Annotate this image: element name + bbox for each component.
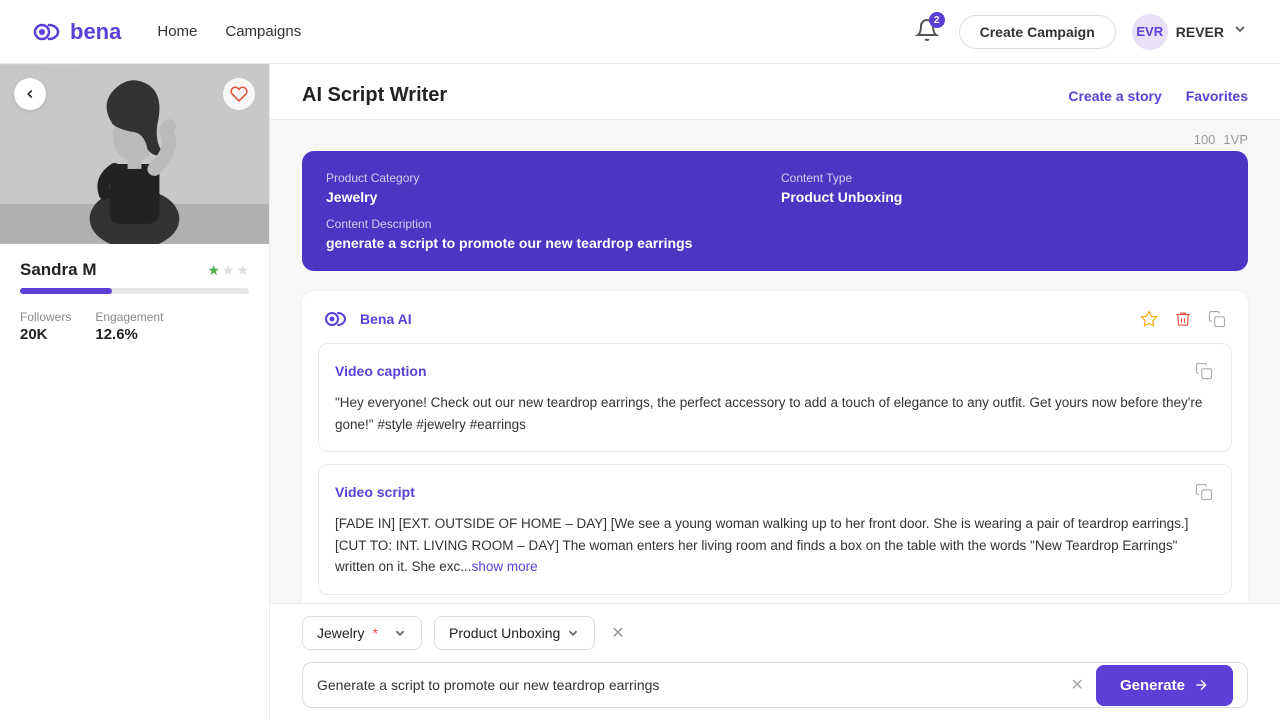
profile-name: Sandra M bbox=[20, 260, 97, 280]
logo[interactable]: bena bbox=[32, 16, 121, 48]
response-header: Bena AI bbox=[302, 291, 1248, 343]
stats-row: Followers 20K Engagement 12.6% bbox=[20, 310, 249, 343]
create-campaign-button[interactable]: Create Campaign bbox=[959, 15, 1116, 49]
followers-value: 20K bbox=[20, 326, 71, 343]
clear-input-button[interactable]: ✕ bbox=[1067, 671, 1088, 699]
engagement-label: Engagement bbox=[95, 310, 163, 324]
content-description-label: Content Description bbox=[326, 217, 1224, 231]
content-description-value: generate a script to promote our new tea… bbox=[326, 235, 1224, 251]
copy-caption-icon bbox=[1195, 362, 1213, 380]
response-actions bbox=[1138, 308, 1228, 330]
main-layout: Sandra M ★ ★ ★ Followers 20K Engagement … bbox=[0, 64, 1280, 720]
profile-name-row: Sandra M ★ ★ ★ bbox=[20, 260, 249, 280]
product-category-value: Jewelry bbox=[326, 189, 769, 205]
engagement-value: 12.6% bbox=[95, 326, 163, 343]
notification-badge: 2 bbox=[929, 12, 945, 28]
favorites-link[interactable]: Favorites bbox=[1186, 88, 1248, 104]
bena-ai-icon bbox=[322, 305, 350, 333]
logo-icon bbox=[32, 16, 64, 48]
navbar: bena Home Campaigns 2 Create Campaign EV… bbox=[0, 0, 1280, 64]
count-1: 100 bbox=[1194, 132, 1216, 147]
copy-script-button[interactable] bbox=[1193, 481, 1215, 503]
content-area: AI Script Writer Create a story Favorite… bbox=[270, 64, 1280, 720]
video-caption-text: "Hey everyone! Check out our new teardro… bbox=[335, 392, 1215, 435]
nav-left: bena Home Campaigns bbox=[32, 16, 301, 48]
user-menu[interactable]: EVR REVER bbox=[1132, 14, 1248, 50]
chevron-down-icon bbox=[1232, 21, 1248, 42]
video-script-text: [FADE IN] [EXT. OUTSIDE OF HOME – DAY] [… bbox=[335, 513, 1215, 578]
score-bar-fill bbox=[20, 288, 112, 294]
generate-button[interactable]: Generate bbox=[1096, 665, 1233, 706]
content-type-field: Content Type Product Unboxing bbox=[781, 171, 1224, 205]
count-2: 1VP bbox=[1223, 132, 1248, 147]
favorite-button[interactable] bbox=[223, 78, 255, 110]
ai-header-actions: Create a story Favorites bbox=[1068, 88, 1248, 104]
copy-script-icon bbox=[1195, 483, 1213, 501]
arrow-right-icon bbox=[1193, 677, 1209, 693]
filter-row: Jewelry * Product Unboxing ✕ bbox=[302, 616, 1248, 650]
nav-home[interactable]: Home bbox=[157, 23, 197, 40]
copy-response-button[interactable] bbox=[1206, 308, 1228, 330]
response-agent: Bena AI bbox=[322, 305, 412, 333]
avatar: EVR bbox=[1132, 14, 1168, 50]
followers-stat: Followers 20K bbox=[20, 310, 71, 343]
script-scroll-area[interactable]: 100 1VP Product Category Jewelry Content… bbox=[270, 120, 1280, 603]
create-story-link[interactable]: Create a story bbox=[1068, 88, 1161, 104]
counts-row: 100 1VP bbox=[302, 120, 1248, 151]
star-2: ★ bbox=[222, 262, 235, 279]
jewelry-filter-label: Jewelry bbox=[317, 625, 364, 641]
info-box: Product Category Jewelry Content Type Pr… bbox=[302, 151, 1248, 271]
content-type-value: Product Unboxing bbox=[781, 189, 1224, 205]
product-category-label: Product Category bbox=[326, 171, 769, 185]
profile-image-wrap bbox=[0, 64, 269, 244]
product-unboxing-label: Product Unboxing bbox=[449, 625, 560, 641]
star-icon bbox=[1140, 310, 1158, 328]
ai-script-title: AI Script Writer bbox=[302, 84, 447, 107]
prompt-input[interactable] bbox=[317, 663, 1059, 707]
agent-name: Bena AI bbox=[360, 311, 412, 327]
jewelry-chevron-icon bbox=[393, 626, 407, 640]
user-name: REVER bbox=[1176, 24, 1224, 40]
info-box-grid: Product Category Jewelry Content Type Pr… bbox=[326, 171, 1224, 251]
unboxing-chevron-icon bbox=[566, 626, 580, 640]
video-script-card: Video script [FADE IN] [EXT. OUTSIDE OF … bbox=[318, 464, 1232, 595]
content-type-label: Content Type bbox=[781, 171, 1224, 185]
star-3: ★ bbox=[236, 262, 249, 279]
copy-icon bbox=[1208, 310, 1226, 328]
content-description-field: Content Description generate a script to… bbox=[326, 217, 1224, 251]
delete-response-button[interactable] bbox=[1172, 308, 1194, 330]
star-rating: ★ ★ ★ bbox=[207, 262, 249, 279]
star-response-button[interactable] bbox=[1138, 308, 1160, 330]
response-block: Bena AI bbox=[302, 291, 1248, 603]
heart-icon bbox=[230, 85, 248, 103]
clear-filter-button[interactable]: ✕ bbox=[607, 623, 628, 643]
prompt-input-row: ✕ Generate bbox=[302, 662, 1248, 708]
back-arrow-icon bbox=[23, 87, 37, 101]
nav-campaigns[interactable]: Campaigns bbox=[225, 23, 301, 40]
required-marker: * bbox=[372, 625, 377, 641]
product-category-field: Product Category Jewelry bbox=[326, 171, 769, 205]
followers-label: Followers bbox=[20, 310, 71, 324]
trash-icon bbox=[1174, 310, 1192, 328]
video-caption-title: Video caption bbox=[335, 360, 1215, 382]
notification-button[interactable]: 2 bbox=[911, 14, 943, 49]
video-caption-card: Video caption "Hey everyone! Check out o… bbox=[318, 343, 1232, 452]
score-bar bbox=[20, 288, 249, 294]
back-button[interactable] bbox=[14, 78, 46, 110]
nav-links: Home Campaigns bbox=[157, 23, 301, 40]
star-1: ★ bbox=[207, 262, 220, 279]
ai-script-header: AI Script Writer Create a story Favorite… bbox=[270, 64, 1280, 120]
nav-right: 2 Create Campaign EVR REVER bbox=[911, 14, 1248, 50]
copy-caption-button[interactable] bbox=[1193, 360, 1215, 382]
profile-info: Sandra M ★ ★ ★ Followers 20K Engagement … bbox=[0, 244, 269, 343]
show-more-link[interactable]: show more bbox=[472, 559, 538, 574]
video-script-title: Video script bbox=[335, 481, 1215, 503]
jewelry-filter[interactable]: Jewelry * bbox=[302, 616, 422, 650]
product-unboxing-filter[interactable]: Product Unboxing bbox=[434, 616, 595, 650]
profile-panel: Sandra M ★ ★ ★ Followers 20K Engagement … bbox=[0, 64, 270, 720]
bottom-bar: Jewelry * Product Unboxing ✕ ✕ bbox=[270, 603, 1280, 720]
engagement-stat: Engagement 12.6% bbox=[95, 310, 163, 343]
